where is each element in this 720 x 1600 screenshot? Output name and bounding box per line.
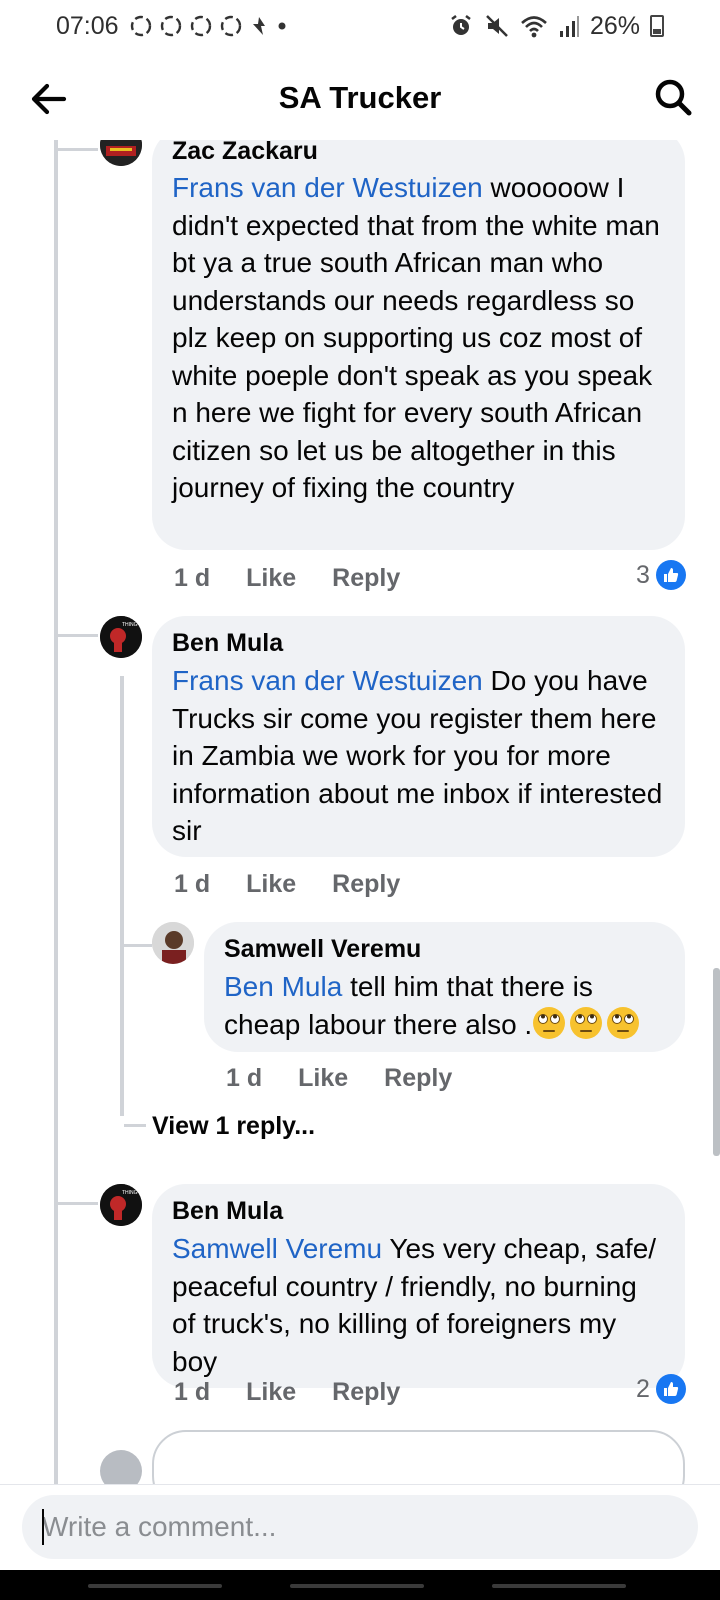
nav-home-button[interactable] — [290, 1584, 424, 1588]
mention-link[interactable]: Samwell Veremu — [172, 1233, 382, 1264]
signal-icon — [559, 16, 579, 37]
reply-button[interactable]: Reply — [332, 1378, 400, 1407]
comment-bubble[interactable]: Zac Zackaru Frans van der Westuizen wooo… — [152, 140, 685, 550]
comment-body: wooooow I didn't expected that from the … — [172, 172, 660, 503]
comment-author[interactable]: Samwell Veremu — [224, 934, 665, 964]
mention-link[interactable]: Frans van der Westuizen — [172, 172, 483, 203]
like-button[interactable]: Like — [246, 870, 296, 899]
recycle-icon — [160, 15, 181, 37]
comment-bubble[interactable]: Ben Mula Samwell Veremu Yes very cheap, … — [152, 1184, 685, 1388]
comment-actions: 1 d Like Reply — [226, 1064, 488, 1093]
comment-text: Frans van der Westuizen wooooow I didn't… — [172, 169, 665, 507]
comment-actions: 1 d Like Reply — [174, 870, 436, 899]
view-more-replies-button[interactable]: View 1 reply... — [152, 1112, 315, 1141]
like-button[interactable]: Like — [246, 564, 296, 593]
status-right: 26% — [448, 12, 664, 41]
comment-thread[interactable]: Zac Zackaru Frans van der Westuizen wooo… — [0, 140, 720, 1484]
comment-time[interactable]: 1 d — [174, 564, 210, 593]
mention-link[interactable]: Ben Mula — [224, 971, 342, 1002]
search-icon — [655, 79, 692, 116]
search-button[interactable] — [652, 76, 694, 118]
comment-time[interactable]: 1 d — [174, 1378, 210, 1407]
reaction-summary[interactable]: 2 — [636, 1374, 686, 1404]
system-nav-bar — [0, 1570, 720, 1600]
comment-actions: 1 d Like Reply — [174, 564, 436, 593]
page-title: SA Trucker — [278, 80, 442, 115]
thread-connector — [58, 634, 98, 637]
svg-text:THING: THING — [122, 1190, 138, 1196]
comment-time[interactable]: 1 d — [226, 1064, 262, 1093]
scrollbar[interactable] — [713, 968, 720, 1156]
text-caret — [42, 1509, 44, 1545]
comment-bubble[interactable]: Ben Mula Frans van der Westuizen Do you … — [152, 616, 685, 857]
avatar[interactable]: THING — [100, 1184, 142, 1226]
status-time: 07:06 — [56, 11, 119, 40]
eye-roll-emoji-icon — [607, 1006, 640, 1039]
reply-thread-line — [120, 676, 124, 1116]
comment-input[interactable] — [22, 1495, 698, 1559]
battery-percent: 26% — [589, 11, 640, 40]
comment-text: Frans van der Westuizen Do you have Truc… — [172, 662, 665, 850]
avatar[interactable]: THING — [100, 616, 142, 658]
back-button[interactable] — [28, 78, 70, 120]
reaction-count: 3 — [636, 560, 650, 589]
recycle-icon — [190, 15, 211, 37]
avatar[interactable] — [100, 140, 142, 166]
nav-recents-button[interactable] — [88, 1584, 222, 1588]
comment-author[interactable]: Ben Mula — [172, 1196, 665, 1226]
mention-link[interactable]: Frans van der Westuizen — [172, 665, 483, 696]
mute-icon — [486, 15, 508, 37]
thread-connector — [124, 944, 152, 947]
recycle-icon — [130, 15, 151, 37]
wifi-icon — [521, 16, 547, 38]
thumbs-up-icon — [655, 560, 686, 590]
dot-icon — [278, 22, 286, 30]
status-notification-icons — [129, 14, 289, 38]
thread-connector — [124, 1124, 146, 1127]
eye-roll-emoji-icon — [533, 1006, 566, 1039]
arrow-left-icon — [31, 83, 67, 115]
recycle-icon — [220, 15, 241, 37]
comment-author[interactable]: Zac Zackaru — [172, 140, 665, 166]
header: SA Trucker — [0, 60, 720, 136]
alarm-icon — [451, 15, 471, 35]
avatar[interactable] — [100, 1450, 142, 1484]
avatar[interactable] — [152, 922, 194, 964]
battery-icon — [650, 15, 664, 37]
like-button[interactable]: Like — [246, 1378, 296, 1407]
reaction-summary[interactable]: 3 — [636, 560, 686, 590]
comment-bubble[interactable]: Samwell Veremu Ben Mula tell him that th… — [204, 922, 685, 1052]
comment-text: Ben Mula tell him that there is cheap la… — [224, 968, 665, 1043]
comment-text: Samwell Veremu Yes very cheap, safe/ pea… — [172, 1230, 665, 1380]
notification-icon — [252, 17, 265, 35]
reply-button[interactable]: Reply — [332, 564, 400, 593]
comment-actions: 1 d Like Reply — [174, 1378, 436, 1407]
reply-button[interactable]: Reply — [384, 1064, 452, 1093]
comment-composer — [0, 1484, 720, 1570]
comment-author[interactable]: Ben Mula — [172, 628, 665, 658]
thumbs-up-icon — [655, 1374, 686, 1404]
thread-connector — [58, 148, 98, 151]
comment-time[interactable]: 1 d — [174, 870, 210, 899]
comment-bubble[interactable] — [152, 1430, 685, 1484]
eye-roll-emoji-icon — [570, 1006, 603, 1039]
thread-connector — [58, 1202, 98, 1205]
reaction-count: 2 — [636, 1374, 650, 1403]
thread-line — [54, 140, 58, 1484]
nav-back-button[interactable] — [492, 1584, 626, 1588]
status-bar: 07:06 26% — [0, 0, 720, 52]
like-button[interactable]: Like — [298, 1064, 348, 1093]
reply-button[interactable]: Reply — [332, 870, 400, 899]
svg-text:THING: THING — [122, 622, 138, 628]
